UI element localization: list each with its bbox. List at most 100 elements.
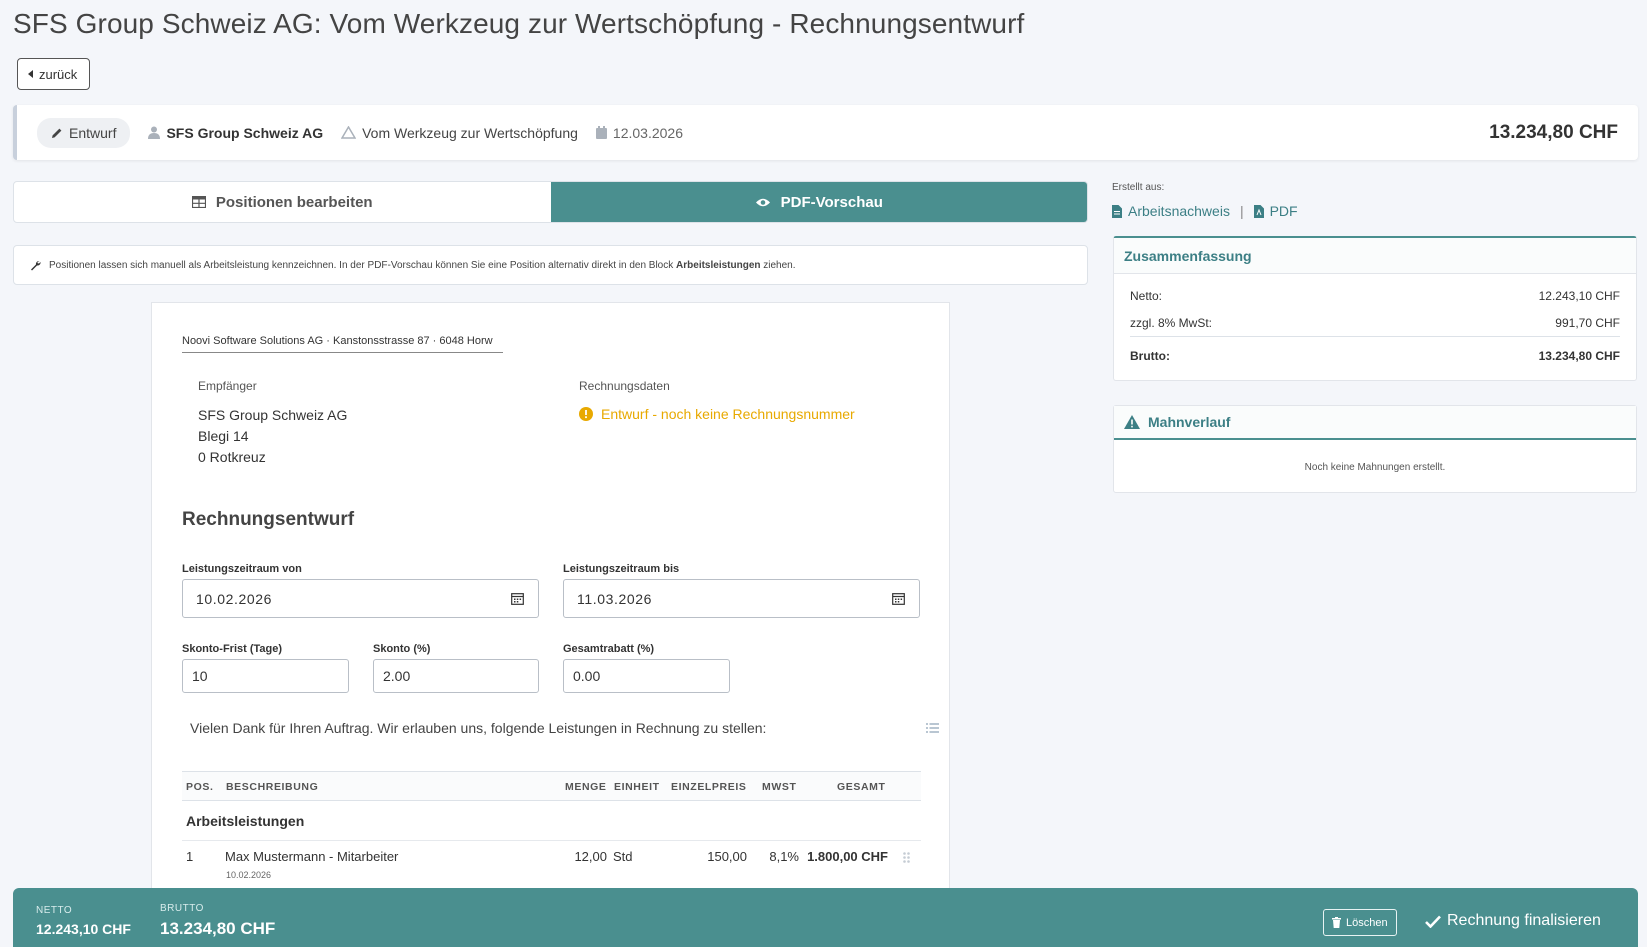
document-title: Rechnungsentwurf: [182, 509, 355, 530]
back-button-label: zurück: [39, 66, 78, 82]
table-header: POS. BESCHREIBUNG MENGE EINHEIT EINZELPR…: [182, 771, 921, 801]
pencil-icon: [52, 128, 62, 138]
delete-label: Löschen: [1346, 916, 1388, 929]
intro-text[interactable]: Vielen Dank für Ihren Auftrag. Wir erlau…: [190, 720, 766, 736]
status-badge: Entwurf: [37, 117, 131, 148]
recipient-name: SFS Group Schweiz AG: [198, 407, 348, 423]
tab-pdf-preview-label: PDF-Vorschau: [780, 193, 883, 211]
invoice-date: 12.03.2026: [612, 124, 683, 141]
pdf-file-icon: [1253, 204, 1264, 218]
period-to-input[interactable]: 11.03.2026: [563, 579, 920, 618]
tab-edit-positions[interactable]: Positionen bearbeiten: [14, 182, 551, 222]
invoice-info-bar: Entwurf SFS Group Schweiz AG Vom Werkzeu…: [13, 105, 1638, 160]
back-button[interactable]: zurück: [17, 58, 91, 90]
tab-pdf-preview[interactable]: PDF-Vorschau: [550, 182, 1087, 222]
file-icon: [1112, 204, 1122, 218]
net-row: Netto: 12.243,10 CHF: [1130, 282, 1620, 309]
draft-note-text: Entwurf - noch keine Rechnungsnummer: [601, 406, 855, 422]
group-row[interactable]: Arbeitsleistungen: [182, 801, 921, 841]
caret-left-icon: [28, 70, 33, 78]
customer-info: SFS Group Schweiz AG: [148, 125, 323, 141]
gross-row: Brutto: 13.234,80 CHF: [1130, 336, 1620, 374]
footer-net-value: 12.243,10 CHF: [36, 921, 131, 937]
gross-value: 13.234,80 CHF: [1538, 349, 1620, 363]
exclamation-circle-icon: [579, 407, 593, 421]
footer-gross-label: BRUTTO: [160, 903, 204, 914]
net-value: 12.243,10 CHF: [1538, 289, 1620, 303]
vat-value: 991,70 CHF: [1555, 316, 1620, 330]
gross-label: Brutto:: [1130, 349, 1170, 363]
finalize-button[interactable]: Rechnung finalisieren: [1425, 912, 1601, 930]
row-unit: Std: [613, 849, 633, 864]
row-price: 150,00: [707, 849, 747, 864]
tab-edit-positions-label: Positionen bearbeiten: [215, 193, 373, 211]
recipient-address: SFS Group Schweiz AG Blegi 14 0 Rotkreuz: [198, 405, 347, 468]
positions-table: POS. BESCHREIBUNG MENGE EINHEIT EINZELPR…: [182, 771, 921, 891]
group-label: Arbeitsleistungen: [186, 813, 305, 829]
summary-card: Zusammenfassung Netto: 12.243,10 CHF zzg…: [1113, 236, 1637, 381]
skonto-pct-input[interactable]: 2.00: [373, 659, 539, 693]
list-icon[interactable]: [926, 723, 939, 733]
dunning-empty-note: Noch keine Mahnungen erstellt.: [1304, 462, 1446, 473]
skonto-days-input[interactable]: 10: [182, 659, 349, 693]
warning-icon: [1124, 415, 1140, 429]
col-qty: MENGE: [565, 781, 607, 793]
finalize-label: Rechnung finalisieren: [1447, 912, 1601, 929]
check-icon: [1425, 915, 1441, 928]
summary-title: Zusammenfassung: [1114, 238, 1636, 274]
pdf-link[interactable]: PDF: [1270, 203, 1298, 219]
recipient-street: Blegi 14: [198, 428, 249, 444]
calendar-icon[interactable]: [892, 592, 905, 605]
row-date: 10.02.2026: [226, 870, 272, 880]
col-unit: EINHEIT: [614, 781, 660, 793]
net-label: Netto:: [1130, 289, 1163, 303]
customer-name: SFS Group Schweiz AG: [166, 124, 324, 141]
wrench-icon: [31, 260, 41, 270]
pdf-preview: Noovi Software Solutions AG · Kanstonsst…: [151, 302, 950, 947]
dunning-title: Mahnverlauf: [1148, 414, 1231, 430]
col-desc: BESCHREIBUNG: [226, 781, 319, 793]
draft-note: Entwurf - noch keine Rechnungsnummer: [579, 406, 855, 422]
col-pos: POS.: [186, 781, 214, 793]
worklog-link[interactable]: Arbeitsnachweis: [1128, 203, 1230, 219]
row-desc: Max Mustermann - Mitarbeiter: [225, 849, 399, 864]
row-total: 1.800,00 CHF: [807, 849, 888, 864]
eye-icon: [755, 198, 770, 206]
created-from-label: Erstellt aus:: [1112, 182, 1165, 193]
footer-net-label: NETTO: [36, 905, 73, 916]
vat-row: zzgl. 8% MwSt: 991,70 CHF: [1130, 309, 1620, 336]
date-info: 12.03.2026: [595, 124, 683, 141]
table-row[interactable]: 1 Max Mustermann - Mitarbeiter 10.02.202…: [182, 841, 921, 891]
discount-label: Gesamtrabatt (%): [563, 643, 655, 655]
period-from-input[interactable]: 10.02.2026: [182, 579, 539, 618]
view-tabs: Positionen bearbeiten PDF-Vorschau: [13, 181, 1088, 223]
user-icon: [148, 126, 161, 139]
sender-line: Noovi Software Solutions AG · Kanstonsst…: [182, 335, 503, 353]
status-label: Entwurf: [69, 124, 117, 141]
discount-input[interactable]: 0.00: [563, 659, 730, 693]
col-total: GESAMT: [837, 781, 886, 793]
footer-gross-value: 13.234,80 CHF: [160, 919, 276, 938]
col-price: EINZELPREIS: [671, 781, 747, 793]
drag-handle-icon[interactable]: [903, 852, 910, 863]
calendar-icon[interactable]: [511, 592, 524, 605]
vat-label: zzgl. 8% MwSt:: [1130, 316, 1213, 330]
period-to-label: Leistungszeitraum bis: [563, 563, 680, 575]
recipient-label: Empfänger: [198, 379, 257, 393]
hint-text: Positionen lassen sich manuell als Arbei…: [49, 259, 796, 271]
page-title: SFS Group Schweiz AG: Vom Werkzeug zur W…: [13, 8, 1025, 39]
project-info: Vom Werkzeug zur Wertschöpfung: [341, 125, 578, 141]
col-vat: MWST: [762, 781, 797, 793]
period-from-label: Leistungszeitraum von: [182, 563, 302, 575]
project-name: Vom Werkzeug zur Wertschöpfung: [362, 124, 578, 141]
warning-outline-icon: [341, 126, 357, 139]
delete-button[interactable]: Löschen: [1323, 909, 1397, 936]
hint-box: Positionen lassen sich manuell als Arbei…: [13, 245, 1088, 285]
source-links: Arbeitsnachweis | PDF: [1112, 203, 1298, 219]
invoice-total: 13.234,80 CHF: [1489, 121, 1618, 143]
skonto-days-label: Skonto-Frist (Tage): [182, 643, 283, 655]
invoice-data-label: Rechnungsdaten: [579, 379, 670, 393]
dunning-header: Mahnverlauf: [1114, 406, 1636, 440]
row-pos: 1: [186, 849, 194, 864]
calendar-icon: [595, 126, 607, 139]
